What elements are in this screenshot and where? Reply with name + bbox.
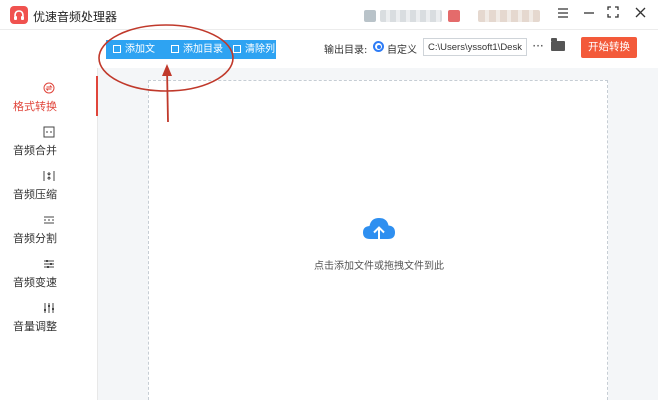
speed-icon bbox=[44, 260, 54, 268]
custom-radio[interactable] bbox=[373, 41, 384, 52]
drop-hint-text: 点击添加文件或拖拽文件到此 bbox=[314, 261, 444, 272]
sidebar-item-split[interactable]: 音频分割 bbox=[0, 206, 98, 250]
blurred-avatar bbox=[364, 10, 376, 22]
app-logo-icon bbox=[10, 6, 28, 24]
merge-icon bbox=[43, 126, 55, 138]
custom-radio-label[interactable]: 自定义 bbox=[387, 41, 417, 56]
blurred-account-info bbox=[478, 10, 540, 22]
sidebar: 格式转换 音频合并 音频压缩 音频分割 音频变速 音量调整 bbox=[0, 68, 98, 400]
blurred-username bbox=[380, 10, 442, 22]
open-folder-icon[interactable] bbox=[551, 38, 565, 51]
volume-adjust-icon bbox=[44, 303, 54, 313]
blurred-badge bbox=[448, 10, 460, 22]
output-dir-label: 输出目录: bbox=[324, 45, 368, 56]
split-icon bbox=[44, 216, 54, 224]
file-drop-zone[interactable]: 点击添加文件或拖拽文件到此 bbox=[148, 80, 608, 400]
maximize-icon[interactable] bbox=[603, 5, 623, 25]
sidebar-item-format-convert[interactable]: 格式转换 bbox=[0, 74, 98, 118]
sidebar-item-label: 音量调整 bbox=[13, 320, 57, 333]
main-area: 点击添加文件或拖拽文件到此 bbox=[98, 68, 658, 400]
close-icon[interactable] bbox=[630, 5, 650, 25]
annotation-arrow bbox=[162, 64, 172, 123]
output-path-input[interactable] bbox=[423, 38, 527, 56]
sidebar-item-label: 格式转换 bbox=[13, 100, 57, 113]
minimize-icon[interactable] bbox=[579, 5, 599, 25]
sidebar-item-volume[interactable]: 音量调整 bbox=[0, 294, 98, 338]
sidebar-item-label: 音频压缩 bbox=[13, 188, 57, 201]
sidebar-item-label: 音频变速 bbox=[13, 276, 57, 289]
format-convert-icon bbox=[43, 82, 55, 94]
sidebar-item-label: 音频分割 bbox=[13, 232, 57, 245]
compress-icon bbox=[43, 171, 55, 181]
start-convert-button[interactable]: 开始转换 bbox=[581, 37, 637, 58]
hamburger-icon[interactable] bbox=[553, 5, 573, 25]
upload-cloud-icon[interactable] bbox=[362, 215, 396, 245]
sidebar-item-speed[interactable]: 音频变速 bbox=[0, 250, 98, 294]
more-options-button[interactable]: ··· bbox=[531, 40, 545, 52]
sidebar-item-compress[interactable]: 音频压缩 bbox=[0, 162, 98, 206]
sidebar-item-label: 音频合并 bbox=[13, 144, 57, 157]
sidebar-item-merge[interactable]: 音频合并 bbox=[0, 118, 98, 162]
